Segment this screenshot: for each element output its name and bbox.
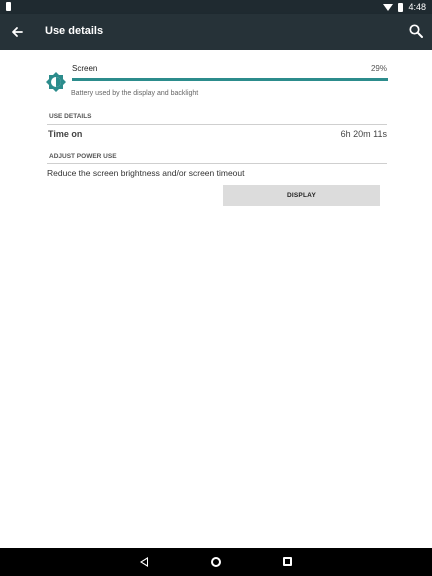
time-on-value: 6h 20m 11s <box>340 129 387 139</box>
screen-percent: 29% <box>370 64 387 73</box>
battery-usage-description: Battery used by the display and backligh… <box>71 90 199 97</box>
brightness-icon <box>44 70 68 94</box>
nav-recents-icon[interactable] <box>283 557 292 566</box>
battery-icon <box>398 2 404 12</box>
nav-back-icon[interactable] <box>140 557 148 567</box>
nav-home-icon[interactable] <box>211 557 221 567</box>
navigation-bar <box>0 548 432 576</box>
status-bar: 4:48 <box>0 0 432 14</box>
status-time: 4:48 <box>408 2 426 12</box>
use-details-header: USE DETAILS <box>49 113 92 120</box>
use-details-divider <box>47 124 387 125</box>
usage-progress-bar <box>72 78 388 81</box>
search-svg <box>409 24 423 38</box>
display-button[interactable]: DISPLAY <box>223 185 380 206</box>
brightness-svg <box>46 72 66 92</box>
back-arrow-svg <box>12 27 23 37</box>
content-area: Screen 29% Battery used by the display a… <box>0 50 432 548</box>
search-icon[interactable] <box>408 23 424 39</box>
app-bar: Use details <box>0 14 432 50</box>
back-arrow-icon[interactable] <box>10 23 24 41</box>
time-on-label: Time on <box>48 129 83 139</box>
screen-label: Screen <box>72 64 98 73</box>
status-icons: 4:48 <box>383 0 426 14</box>
adjust-power-description: Reduce the screen brightness and/or scre… <box>47 168 245 178</box>
adjust-power-use-header: ADJUST POWER USE <box>49 153 117 160</box>
usage-progress-fill <box>72 78 388 81</box>
adjust-power-use-divider <box>47 163 387 164</box>
wifi-icon <box>383 3 394 11</box>
page-title: Use details <box>45 25 104 37</box>
notification-icon <box>6 2 11 11</box>
